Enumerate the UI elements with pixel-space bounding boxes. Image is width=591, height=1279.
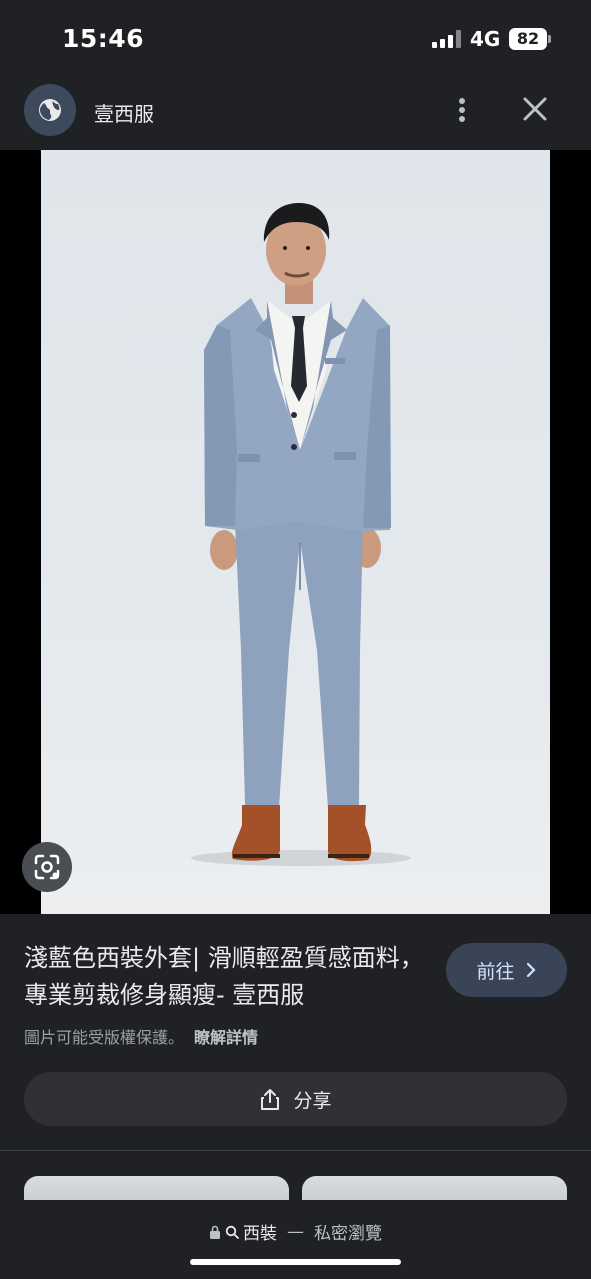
image-viewer[interactable] [0,150,591,914]
separator: — [287,1221,304,1242]
chevron-right-icon [526,962,536,978]
result-title[interactable]: 淺藍色西裝外套| 滑順輕盈質感面料，專業剪裁修身顯瘦- 壹西服 [24,940,424,1014]
divider [0,1150,591,1151]
share-icon [261,1089,280,1110]
search-query: 西裝 [243,1224,277,1244]
signal-icon [432,30,462,48]
copyright-notice: 圖片可能受版權保護。 瞭解詳情 [24,1024,258,1048]
more-vert-icon[interactable] [446,92,478,128]
share-button[interactable]: 分享 [24,1072,567,1126]
viewer-header: 壹西服 [0,78,591,150]
address-bar[interactable]: 西裝 — 私密瀏覽 [0,1219,591,1244]
site-name[interactable]: 壹西服 [94,98,154,127]
browser-bottom-bar: 西裝 — 私密瀏覽 [0,1200,591,1279]
close-icon[interactable] [518,92,552,126]
product-photo[interactable] [41,150,550,914]
learn-more-link[interactable]: 瞭解詳情 [194,1028,258,1047]
browsing-mode: 私密瀏覽 [314,1224,382,1244]
lock-icon [210,1225,220,1239]
share-label: 分享 [293,1089,332,1112]
lens-search-icon[interactable] [22,842,72,892]
battery-icon: 82 [509,28,547,50]
search-icon [225,1225,239,1239]
battery-nub [548,35,551,43]
result-info-panel: 淺藍色西裝外套| 滑順輕盈質感面料，專業剪裁修身顯瘦- 壹西服 前往 圖片可能受… [0,914,591,1154]
home-indicator[interactable] [190,1259,401,1265]
copyright-text: 圖片可能受版權保護。 [24,1028,185,1047]
status-bar: 15:46 4G 82 [0,0,591,78]
status-time: 15:46 [62,24,145,53]
network-type: 4G [470,27,501,51]
suit-model-image [191,203,411,866]
visit-label: 前往 [476,960,515,983]
globe-icon[interactable] [24,84,76,136]
visit-button[interactable]: 前往 [446,943,567,997]
